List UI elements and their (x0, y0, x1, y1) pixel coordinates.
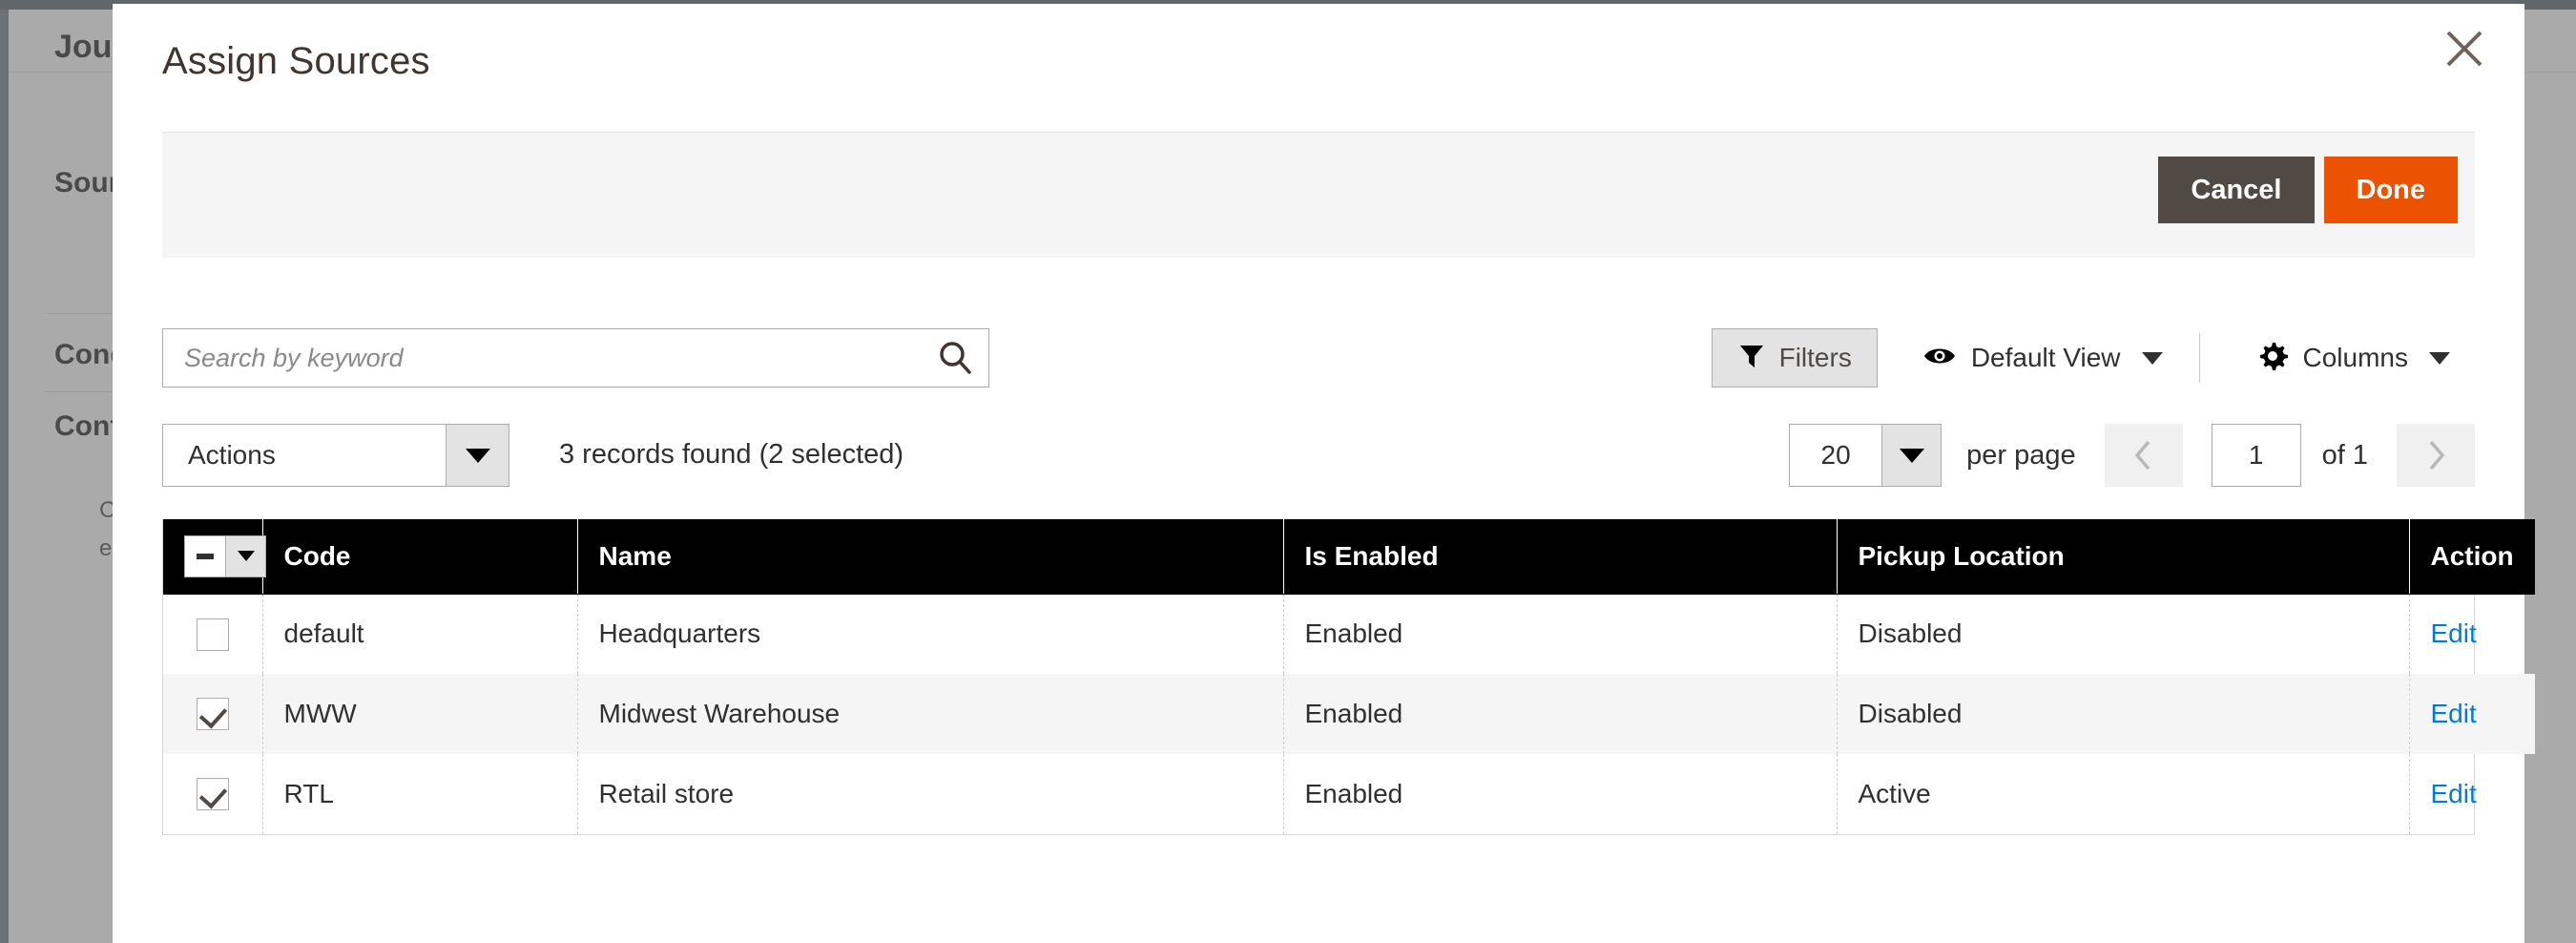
cell-code: RTL (262, 754, 578, 834)
per-page-label: per page (1966, 439, 2076, 471)
cell-pickup-location: Disabled (1837, 674, 2410, 754)
column-header-code[interactable]: Code (262, 519, 578, 595)
edit-link[interactable]: Edit (2431, 779, 2477, 808)
filters-button[interactable]: Filters (1711, 328, 1878, 388)
modal-action-bar: Cancel Done (162, 132, 2475, 258)
page-title: Assign Sources (162, 40, 430, 82)
cell-action: Edit (2409, 674, 2535, 754)
table-row: default Headquarters Enabled Disabled Ed… (163, 594, 2535, 674)
default-view-dropdown[interactable]: Default View (1899, 328, 2188, 388)
cell-name: Midwest Warehouse (577, 674, 1284, 754)
cell-code: default (262, 594, 578, 674)
row-checkbox[interactable] (196, 778, 229, 811)
row-select-cell (163, 754, 263, 834)
table-body: default Headquarters Enabled Disabled Ed… (163, 594, 2535, 834)
assign-sources-modal: Assign Sources Cancel Done Search by key… (113, 4, 2535, 943)
row-checkbox[interactable] (196, 618, 229, 651)
column-header-name[interactable]: Name (577, 519, 1284, 595)
edit-link[interactable]: Edit (2431, 618, 2477, 648)
columns-label: Columns (2302, 343, 2408, 372)
table-row: RTL Retail store Enabled Active Edit (163, 754, 2535, 834)
edit-link[interactable]: Edit (2431, 699, 2477, 728)
search-input[interactable] (163, 343, 922, 373)
row-checkbox[interactable] (196, 698, 229, 731)
page-input[interactable] (2212, 440, 2300, 471)
filter-icon (1737, 342, 1766, 375)
chevron-down-icon[interactable] (1881, 425, 1942, 486)
table-row: MWW Midwest Warehouse Enabled Disabled E… (163, 674, 2535, 754)
pagination: 20 per page of 1 (1789, 424, 2475, 487)
cell-name: Retail store (577, 754, 1284, 834)
per-page-dropdown[interactable]: 20 (1789, 424, 1942, 487)
sources-grid: Code Name Is Enabled Pickup Location Act… (162, 519, 2535, 835)
cell-pickup-location: Active (1837, 754, 2410, 834)
row-select-cell (163, 594, 263, 674)
column-header-is-enabled[interactable]: Is Enabled (1283, 519, 1838, 595)
sources-table: Code Name Is Enabled Pickup Location Act… (163, 519, 2535, 834)
column-header-pickup-location[interactable]: Pickup Location (1837, 519, 2410, 595)
previous-page-button[interactable] (2104, 424, 2183, 487)
done-button[interactable]: Done (2323, 157, 2458, 223)
chevron-down-icon[interactable] (446, 425, 509, 486)
cell-name: Headquarters (577, 594, 1284, 674)
eye-icon (1923, 344, 1956, 373)
table-header-row: Code Name Is Enabled Pickup Location Act… (163, 519, 2535, 595)
cell-is-enabled: Enabled (1283, 754, 1838, 834)
grid-records-row: Actions 3 records found (2 selected) 20 … (162, 424, 2475, 487)
cell-action: Edit (2409, 594, 2535, 674)
mass-select-checkbox[interactable] (184, 534, 266, 577)
table-head: Code Name Is Enabled Pickup Location Act… (163, 519, 2535, 595)
next-page-button[interactable] (2397, 424, 2475, 487)
modal-header: Assign Sources (113, 4, 2524, 82)
row-select-cell (163, 674, 263, 754)
cell-pickup-location: Disabled (1837, 594, 2410, 674)
actions-dropdown[interactable]: Actions (162, 424, 509, 487)
close-icon[interactable] (2441, 25, 2488, 73)
cell-action: Edit (2409, 754, 2535, 834)
gear-icon (2257, 341, 2288, 376)
cell-is-enabled: Enabled (1283, 594, 1838, 674)
page-input-wrapper[interactable] (2211, 424, 2301, 487)
toolbar-divider (2198, 333, 2200, 383)
cancel-button[interactable]: Cancel (2158, 157, 2315, 223)
cell-code: MWW (262, 674, 578, 754)
chevron-down-icon (2429, 351, 2450, 365)
search-icon[interactable] (922, 329, 988, 387)
per-page-value: 20 (1820, 440, 1851, 470)
columns-dropdown[interactable]: Columns (2233, 328, 2475, 388)
chevron-down-icon (2141, 351, 2163, 365)
filters-label: Filters (1778, 343, 1852, 372)
modal-action-buttons: Cancel Done (2158, 157, 2458, 223)
indeterminate-icon (197, 553, 214, 559)
cell-is-enabled: Enabled (1283, 674, 1838, 754)
mass-select-box[interactable] (185, 535, 225, 576)
records-count: 3 records found (2 selected) (559, 439, 904, 470)
actions-dropdown-label: Actions (188, 440, 276, 470)
default-view-label: Default View (1970, 343, 2121, 372)
mass-select-header (163, 519, 266, 595)
chevron-down-icon[interactable] (225, 535, 265, 576)
column-header-action: Action (2409, 519, 2535, 595)
total-pages-label: of 1 (2321, 439, 2368, 471)
grid-tools-row: Filters Default View (162, 328, 2475, 388)
view-controls: Filters Default View Columns (1711, 328, 2475, 388)
search-box[interactable] (162, 328, 989, 388)
